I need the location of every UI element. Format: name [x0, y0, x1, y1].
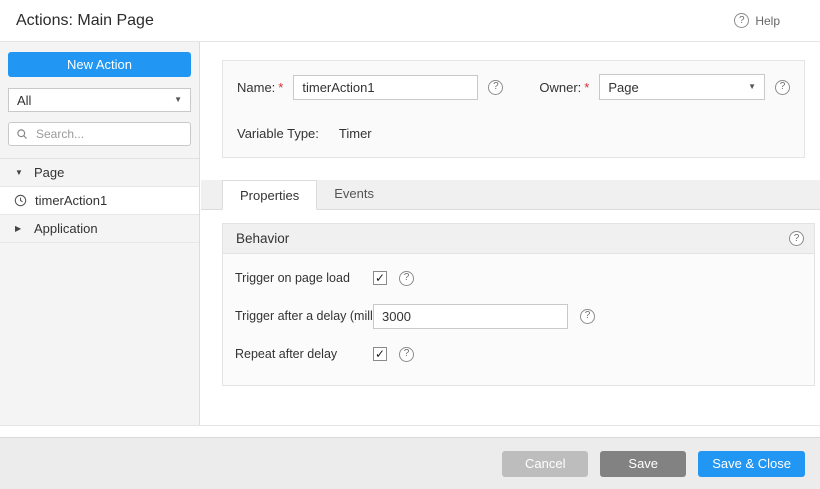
action-tree: ▼ Page timerAction1 ▶ Application	[0, 158, 199, 243]
property-row: Repeat after delay ✓ ?	[235, 335, 802, 373]
owner-select[interactable]: Page ▼	[599, 74, 765, 100]
chevron-down-icon: ▼	[15, 168, 23, 177]
help-icon[interactable]: ?	[775, 79, 790, 95]
tree-item-label: Page	[34, 165, 65, 180]
actions-dialog: Actions: Main Page ? Help New Action All…	[0, 0, 820, 489]
main-content: Name:* ? Owner:* Page ▼ ? Variable Type:…	[201, 42, 820, 425]
required-asterisk: *	[584, 79, 590, 95]
content-divider	[0, 425, 820, 426]
search-icon	[17, 129, 27, 139]
action-form: Name:* ? Owner:* Page ▼ ? Variable Type:…	[222, 60, 805, 158]
save-button[interactable]: Save	[600, 450, 687, 477]
help-icon[interactable]: ?	[399, 346, 414, 362]
sidebar-controls: New Action All ▼	[0, 42, 199, 146]
behavior-panel-header: Behavior ?	[223, 224, 814, 254]
save-close-button[interactable]: Save & Close	[698, 450, 805, 477]
chevron-down-icon: ▼	[748, 82, 756, 91]
property-control: ✓ ?	[373, 270, 414, 286]
behavior-panel: Behavior ? Trigger on page load ✓ ? Trig…	[222, 223, 815, 386]
tree-item-page[interactable]: ▼ Page	[0, 159, 199, 187]
delay-input[interactable]	[373, 303, 568, 329]
cancel-button[interactable]: Cancel	[502, 450, 589, 477]
help-icon: ?	[734, 13, 750, 28]
trigger-on-page-load-checkbox[interactable]: ✓	[373, 271, 387, 285]
tree-item-timeraction1[interactable]: timerAction1	[0, 187, 199, 215]
chevron-right-icon: ▶	[15, 224, 22, 233]
help-label: Help	[755, 13, 780, 28]
help-icon[interactable]: ?	[399, 270, 414, 286]
repeat-after-delay-checkbox[interactable]: ✓	[373, 347, 387, 361]
help-icon[interactable]: ?	[789, 231, 804, 246]
name-input[interactable]	[293, 74, 479, 100]
owner-label-text: Owner:	[539, 79, 582, 95]
header: Actions: Main Page ? Help	[0, 0, 820, 42]
name-label-text: Name:	[237, 79, 276, 95]
clock-icon	[14, 194, 27, 207]
tab-bar: Properties Events	[201, 180, 820, 210]
sidebar: New Action All ▼ ▼ Page	[0, 42, 200, 425]
tab-events[interactable]: Events	[317, 179, 391, 209]
page-title: Actions: Main Page	[16, 11, 154, 29]
property-label: Trigger after a delay (millisec…	[235, 309, 373, 323]
name-label: Name: *	[237, 80, 283, 95]
variable-type-row: Variable Type: Timer	[237, 126, 790, 141]
search-input[interactable]	[34, 126, 183, 142]
tree-item-label: Application	[34, 221, 98, 236]
property-label: Repeat after delay	[235, 347, 338, 361]
help-icon[interactable]: ?	[580, 308, 595, 324]
help-icon[interactable]: ?	[488, 79, 504, 95]
panel-title: Behavior	[236, 231, 290, 246]
search-box	[8, 122, 191, 146]
property-label: Trigger on page load	[235, 271, 350, 285]
property-control: ?	[373, 303, 595, 329]
chevron-down-icon: ▼	[174, 95, 182, 104]
new-action-button[interactable]: New Action	[8, 52, 191, 77]
behavior-panel-body: Trigger on page load ✓ ? Trigger after a…	[223, 254, 814, 385]
name-owner-row: Name:* ? Owner:* Page ▼ ?	[237, 74, 790, 100]
property-row: Trigger after a delay (millisec… ?	[235, 297, 802, 335]
required-asterisk: *	[278, 79, 284, 95]
filter-select[interactable]: All ▼	[8, 88, 191, 112]
variable-type-value: Timer	[338, 126, 372, 141]
owner-select-value: Page	[608, 79, 639, 95]
property-row: Trigger on page load ✓ ?	[235, 259, 802, 297]
tree-item-application[interactable]: ▶ Application	[0, 215, 199, 243]
property-control: ✓ ?	[373, 346, 414, 362]
owner-label: Owner: *	[539, 80, 589, 95]
help-link[interactable]: ? Help	[734, 13, 780, 28]
variable-type-label: Variable Type:	[237, 126, 319, 141]
tree-item-label: timerAction1	[35, 193, 108, 208]
tab-properties[interactable]: Properties	[222, 180, 318, 210]
filter-select-value: All	[17, 92, 32, 108]
footer: Cancel Save Save & Close	[0, 437, 820, 489]
